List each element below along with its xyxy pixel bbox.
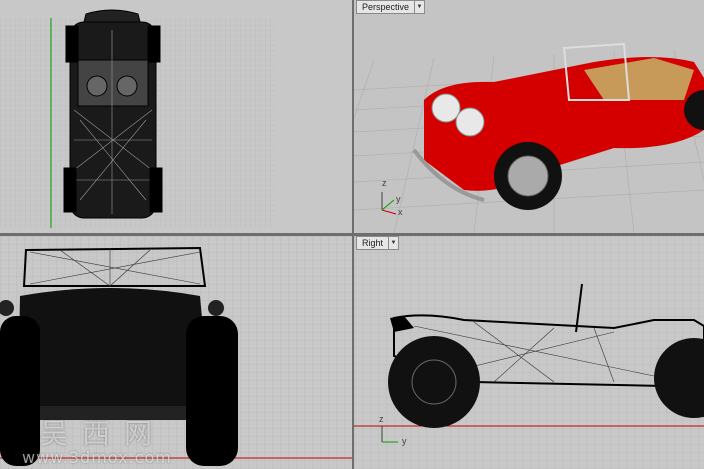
watermark-text: 吴西网 [40,417,167,450]
viewport-top[interactable] [0,0,352,233]
axis-label-z: z [379,414,384,424]
car-top-wireframe [63,9,163,219]
chevron-down-icon[interactable]: ▼ [389,236,400,250]
right-viewport-tab[interactable]: Right ▼ [356,236,400,250]
right-viewport-title[interactable]: Right [356,236,390,250]
viewport-perspective[interactable]: Perspective ▼ z y x [354,0,704,233]
axis-label-y: y [396,194,401,204]
chevron-down-icon[interactable]: ▼ [415,0,426,14]
watermark-url: www.3dmox.com [22,448,172,467]
perspective-viewport-title[interactable]: Perspective [356,0,416,14]
axis-label-z: z [382,178,387,188]
top-grid [0,0,352,233]
axis-label-y: y [402,436,407,446]
perspective-viewport-tab[interactable]: Perspective ▼ [356,0,426,14]
right-grid [354,236,704,469]
axis-label-x: x [398,207,403,217]
perspective-grid [354,0,704,233]
viewport-right[interactable]: Right ▼ z y [354,236,704,469]
